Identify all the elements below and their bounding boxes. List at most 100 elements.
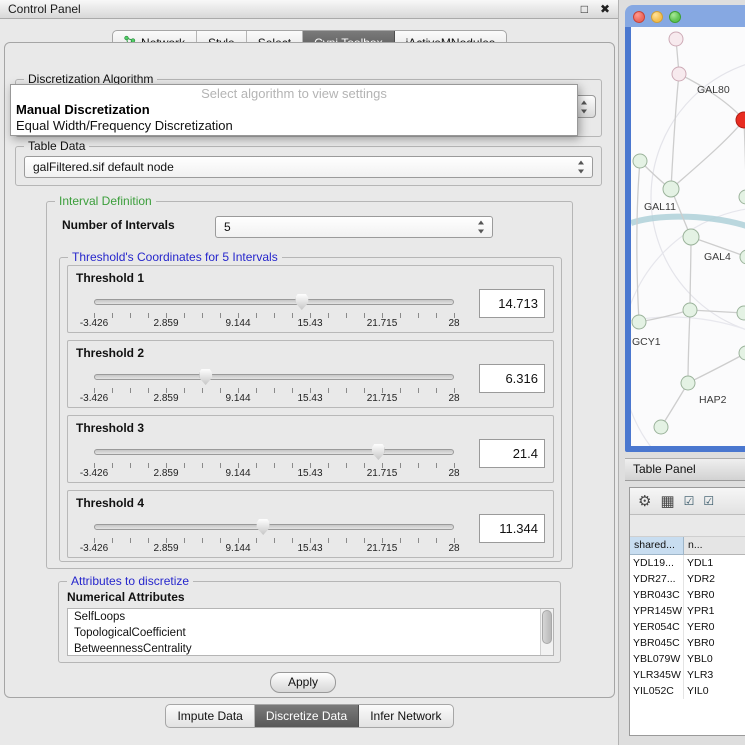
cell[interactable]: YBL079W (630, 651, 684, 667)
table-row[interactable]: YBL079WYBL0 (630, 651, 745, 667)
node-hap2[interactable] (681, 376, 695, 390)
node[interactable] (669, 32, 683, 46)
cell[interactable]: YLR3 (684, 667, 745, 683)
combo-value: 5 (224, 220, 231, 234)
list-item[interactable]: TopologicalCoefficient (68, 625, 553, 641)
node[interactable] (654, 420, 668, 434)
numerical-attributes-label: Numerical Attributes (67, 590, 185, 604)
edge-highlighted[interactable] (631, 217, 745, 227)
node-gal11[interactable] (663, 181, 679, 197)
table-panel-title: Table Panel (633, 462, 696, 476)
table-row[interactable]: YIL052CYIL0 (630, 683, 745, 699)
node-gal80[interactable] (672, 67, 686, 81)
cell[interactable]: YLR345W (630, 667, 684, 683)
cell[interactable]: YBR0 (684, 587, 745, 603)
tick-label: -3.426 (80, 393, 108, 404)
node[interactable] (683, 303, 697, 317)
apply-button[interactable]: Apply (270, 672, 336, 693)
slider-track[interactable] (94, 374, 454, 380)
columns-icon[interactable]: ▦ (660, 494, 674, 509)
float-window-icon[interactable]: □ (581, 3, 588, 15)
threshold-value-field[interactable]: 21.4 (479, 439, 545, 468)
threshold-slider[interactable] (94, 519, 454, 536)
cell[interactable]: YBR0 (684, 635, 745, 651)
node[interactable] (740, 250, 745, 264)
tick-label: 9.144 (225, 543, 250, 554)
popup-option-manual-discretization[interactable]: Manual Discretization (11, 102, 577, 118)
threshold-value-field[interactable]: 14.713 (479, 289, 545, 318)
popup-option-equal-width[interactable]: Equal Width/Frequency Discretization (11, 118, 577, 134)
scrollbar-thumb[interactable] (542, 610, 552, 644)
tick-label: -3.426 (80, 318, 108, 329)
threshold-slider[interactable] (94, 369, 454, 386)
table-row[interactable]: YDL19...YDL1 (630, 555, 745, 571)
threshold-value-field[interactable]: 11.344 (479, 514, 545, 543)
table-row[interactable]: YER054CYER0 (630, 619, 745, 635)
network-canvas[interactable]: GAL80 GAL11 GAL4 GCY1 HAP2 (631, 27, 745, 446)
node[interactable] (737, 306, 745, 320)
gear-icon[interactable]: ⚙ (638, 494, 651, 509)
node-gcy1[interactable] (632, 315, 646, 329)
cell[interactable]: YBR043C (630, 587, 684, 603)
tick-label: 21.715 (367, 393, 398, 404)
node[interactable] (739, 346, 745, 360)
slider-track[interactable] (94, 524, 454, 530)
table-row[interactable]: YLR345WYLR3 (630, 667, 745, 683)
node[interactable] (739, 190, 745, 204)
table-row[interactable]: YBR045CYBR0 (630, 635, 745, 651)
checkbox-icon[interactable]: ☑ (684, 494, 695, 509)
bottom-tab-bar: Impute Data Discretize Data Infer Networ… (0, 704, 619, 728)
slider-handle[interactable] (372, 444, 385, 460)
cell[interactable]: YDR2 (684, 571, 745, 587)
list-item[interactable]: SelfLoops (68, 609, 553, 625)
slider-track[interactable] (94, 299, 454, 305)
cell[interactable]: YPR1 (684, 603, 745, 619)
cell[interactable]: YIL0 (684, 683, 745, 699)
tick-label: 28 (448, 393, 459, 404)
list-scrollbar[interactable] (540, 609, 553, 655)
slider-handle[interactable] (257, 519, 270, 535)
slider-handle[interactable] (295, 294, 308, 310)
list-item[interactable]: BetweennessCentrality (68, 641, 553, 656)
tab-discretize-data[interactable]: Discretize Data (255, 705, 359, 727)
threshold-value-field[interactable]: 6.316 (479, 364, 545, 393)
number-of-intervals-combo[interactable]: 5 (215, 216, 493, 238)
slider-track[interactable] (94, 449, 454, 455)
cell[interactable]: YPR145W (630, 603, 684, 619)
column-header-shared-name[interactable]: shared... (630, 537, 684, 555)
tab-infer-network[interactable]: Infer Network (359, 705, 452, 727)
table-row[interactable]: YDR27...YDR2 (630, 571, 745, 587)
cell[interactable]: YER0 (684, 619, 745, 635)
table-row[interactable]: YBR043CYBR0 (630, 587, 745, 603)
tick-label: 9.144 (225, 318, 250, 329)
cell[interactable]: YIL052C (630, 683, 684, 699)
cell[interactable]: YBR045C (630, 635, 684, 651)
cell[interactable]: YBL0 (684, 651, 745, 667)
cell[interactable]: YER054C (630, 619, 684, 635)
tab-label: Impute Data (177, 709, 242, 723)
cell[interactable]: YDL1 (684, 555, 745, 571)
tick-label: 15.43 (297, 393, 322, 404)
node[interactable] (633, 154, 647, 168)
node-label-gal11: GAL11 (644, 201, 676, 213)
table-data-combo[interactable]: galFiltered.sif default node (24, 156, 593, 178)
table-row[interactable]: YPR145WYPR1 (630, 603, 745, 619)
group-label: Interval Definition (55, 194, 156, 208)
cell[interactable]: YDR27... (630, 571, 684, 587)
close-icon[interactable]: ✖ (600, 3, 610, 15)
threshold-slider[interactable] (94, 444, 454, 461)
tab-impute-data[interactable]: Impute Data (166, 705, 254, 727)
node-selected-red[interactable] (736, 112, 745, 128)
threshold-row: Threshold 3 -3.426 2.859 9.144 15.43 21.… (67, 415, 554, 483)
column-header-name[interactable]: n... (684, 537, 745, 555)
slider-handle[interactable] (199, 369, 212, 385)
cell[interactable]: YDL19... (630, 555, 684, 571)
minimize-button[interactable] (651, 11, 663, 23)
threshold-slider[interactable] (94, 294, 454, 311)
zoom-button[interactable] (669, 11, 681, 23)
checkbox-icon[interactable]: ☑ (703, 494, 714, 509)
control-panel-titlebar: Control Panel □ ✖ (0, 0, 618, 19)
close-button[interactable] (633, 11, 645, 23)
node-gal4[interactable] (683, 229, 699, 245)
interval-definition-group: Interval Definition Number of Intervals … (46, 201, 573, 569)
